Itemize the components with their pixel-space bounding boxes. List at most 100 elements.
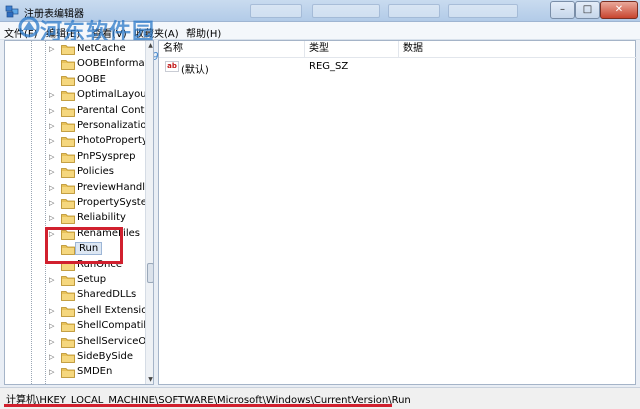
folder-icon xyxy=(61,183,75,194)
tree-item-label: Policies xyxy=(77,166,114,178)
tree-item[interactable]: ▷ PnPSysprep xyxy=(5,150,145,165)
string-value-icon: ab xyxy=(165,61,179,72)
scroll-down-icon[interactable]: ▼ xyxy=(146,375,153,384)
highlight-box xyxy=(45,227,123,264)
expand-arrow-icon[interactable]: ▷ xyxy=(49,136,57,146)
tree-item-label: OptimalLayout xyxy=(77,89,151,101)
tree-item[interactable]: ▷ ShellCompatib xyxy=(5,319,150,334)
maximize-button[interactable]: □ xyxy=(575,1,600,19)
tree-item[interactable]: ▷ PhotoProperty xyxy=(5,134,148,149)
folder-icon xyxy=(61,91,75,102)
expand-arrow-icon[interactable]: ▷ xyxy=(49,152,57,162)
tree-item[interactable]: ▷ SideBySide xyxy=(5,350,145,365)
tree-item-label: OOBEInformati xyxy=(77,58,152,70)
background-window-ghost xyxy=(448,4,518,18)
tree-item[interactable]: ▷ OptimalLayout xyxy=(5,88,151,103)
menu-favorites[interactable]: 收藏夹(A) xyxy=(134,25,179,40)
expand-arrow-icon[interactable]: ▷ xyxy=(49,44,57,54)
path-underline xyxy=(4,404,392,407)
tree-item[interactable]: ▷ Policies xyxy=(5,165,145,180)
tree-item[interactable]: OOBE xyxy=(5,73,145,88)
folder-icon xyxy=(61,322,75,333)
tree-item-label: Reliability xyxy=(77,212,126,224)
tree-item-label: ShellCompatib xyxy=(77,320,150,332)
folder-icon xyxy=(61,152,75,163)
expand-arrow-icon[interactable]: ▷ xyxy=(49,337,57,347)
tree-item[interactable]: ▷ Shell Extension xyxy=(5,304,153,319)
header-divider xyxy=(159,57,637,58)
column-header-name[interactable]: 名称 xyxy=(159,41,305,57)
registry-tree[interactable]: ▷ NetCache OOBEInformati OOBE ▷ OptimalLayout… xyxy=(4,40,154,385)
expand-arrow-icon[interactable]: ▷ xyxy=(49,306,57,316)
tree-item[interactable]: OOBEInformati xyxy=(5,57,151,72)
tree-item[interactable]: ▷ PreviewHandle xyxy=(5,181,151,196)
value-type: REG_SZ xyxy=(309,61,349,72)
background-window-ghost xyxy=(388,4,440,18)
value-name: (默认) xyxy=(181,65,209,76)
expand-arrow-icon[interactable]: ▷ xyxy=(49,106,57,116)
tree-item-label: PnPSysprep xyxy=(77,150,136,162)
tree-item[interactable]: ▷ NetCache xyxy=(5,42,145,57)
tree-item[interactable]: ▷ PropertySyster xyxy=(5,196,151,211)
folder-icon xyxy=(61,60,75,71)
tree-item[interactable]: ▷ Setup xyxy=(5,273,145,288)
tree-item-label: SharedDLLs xyxy=(77,289,137,301)
tree-item[interactable]: ▷ ShellServiceOb xyxy=(5,335,153,350)
expand-arrow-icon[interactable]: ▷ xyxy=(49,352,57,362)
tree-item-label: ShellServiceOb xyxy=(77,335,153,347)
expand-arrow-icon[interactable]: ▷ xyxy=(49,167,57,177)
folder-icon xyxy=(61,214,75,225)
column-header-data[interactable]: 数据 xyxy=(399,41,635,57)
folder-icon xyxy=(61,306,75,317)
tree-item-label: PropertySyster xyxy=(77,197,151,208)
status-bar: 计算机\HKEY_LOCAL_MACHINE\SOFTWARE\Microsof… xyxy=(0,387,640,409)
background-window-ghost xyxy=(312,4,380,18)
tree-item[interactable]: ▷ Personalization xyxy=(5,119,153,134)
menu-help[interactable]: 帮助(H) xyxy=(186,25,221,40)
folder-icon xyxy=(61,168,75,179)
scroll-up-icon[interactable]: ▲ xyxy=(146,41,153,50)
tree-item-label: PreviewHandle xyxy=(77,181,152,193)
column-header-type[interactable]: 类型 xyxy=(305,41,399,57)
value-row[interactable]: ab (默认) REG_SZ xyxy=(159,59,629,76)
expand-arrow-icon[interactable]: ▷ xyxy=(49,275,57,285)
tree-item[interactable]: ▷ Reliability xyxy=(5,211,145,226)
expand-arrow-icon[interactable]: ▷ xyxy=(49,90,57,100)
tree-item-label: SideBySide xyxy=(77,351,134,362)
menu-file[interactable]: 文件(F) xyxy=(4,25,38,40)
tree-scrollbar[interactable]: ▲ ▼ xyxy=(145,41,153,384)
folder-icon xyxy=(61,45,75,55)
expand-arrow-icon[interactable]: ▷ xyxy=(49,183,57,193)
expand-arrow-icon[interactable]: ▷ xyxy=(49,367,57,377)
expand-arrow-icon[interactable]: ▷ xyxy=(49,198,57,208)
folder-icon xyxy=(61,137,75,148)
folder-icon xyxy=(61,106,75,117)
tree-item-label: SMDEn xyxy=(77,366,113,378)
tree-item-label: OOBE xyxy=(77,73,106,85)
background-window-ghost xyxy=(250,4,302,18)
close-button[interactable]: ✕ xyxy=(600,1,638,19)
folder-icon xyxy=(61,337,75,348)
minimize-button[interactable]: – xyxy=(550,1,575,19)
menu-view[interactable]: 查看(V) xyxy=(92,25,127,40)
folder-icon xyxy=(61,122,75,132)
tree-item[interactable]: ▷ SMDEn xyxy=(5,365,145,380)
folder-icon xyxy=(61,353,75,363)
tree-item-label: Shell Extension xyxy=(77,304,154,316)
tree-item-label: PhotoProperty xyxy=(77,135,148,147)
menu-edit[interactable]: 编辑(E) xyxy=(46,25,80,40)
folder-icon xyxy=(61,276,75,286)
tree-item[interactable]: ▷ Parental Contr xyxy=(5,104,149,119)
menu-bar: 文件(F) 编辑(E) 查看(V) 收藏夹(A) 帮助(H) xyxy=(0,22,640,40)
scrollbar-thumb[interactable] xyxy=(147,263,153,283)
folder-icon xyxy=(61,291,75,302)
expand-arrow-icon[interactable]: ▷ xyxy=(49,321,57,331)
tree-item-label: NetCache xyxy=(77,43,126,54)
values-list[interactable]: 名称 类型 数据 ab (默认) REG_SZ xyxy=(158,40,637,385)
window-title: 注册表编辑器 xyxy=(24,9,84,20)
expand-arrow-icon[interactable]: ▷ xyxy=(49,213,57,223)
tree-item-label: Parental Contr xyxy=(77,104,149,116)
title-bar: 注册表编辑器 – □ ✕ xyxy=(0,0,640,22)
tree-item[interactable]: SharedDLLs xyxy=(5,288,145,303)
expand-arrow-icon[interactable]: ▷ xyxy=(49,121,57,131)
